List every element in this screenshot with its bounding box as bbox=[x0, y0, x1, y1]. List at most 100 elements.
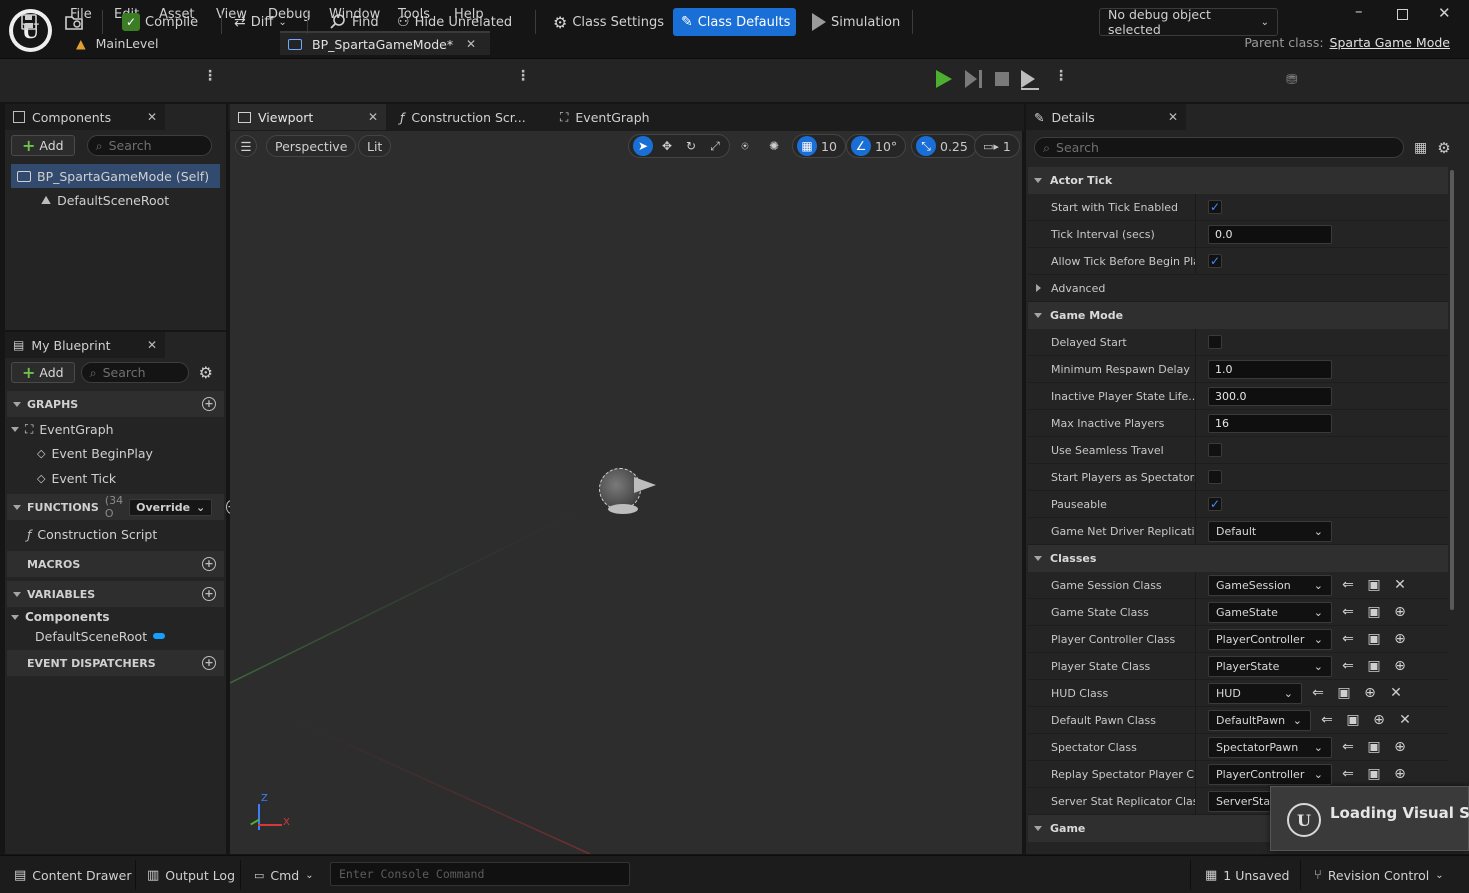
add-graph-icon[interactable]: + bbox=[202, 397, 216, 411]
compile-options-icon[interactable]: ⋮ bbox=[203, 68, 217, 84]
property-matrix-icon[interactable]: ▦ bbox=[1414, 140, 1427, 156]
debug-object-select[interactable]: No debug object selected ⌄ bbox=[1099, 7, 1278, 37]
tab-details[interactable]: ✎ Details ✕ bbox=[1026, 104, 1186, 130]
clear-icon[interactable]: ✕ bbox=[1390, 575, 1410, 595]
cmd-dropdown[interactable]: ▭ Cmd ⌄ bbox=[254, 864, 314, 886]
pauseable-checkbox[interactable]: ✓ bbox=[1208, 497, 1222, 511]
close-window-icon[interactable]: ✕ bbox=[1438, 4, 1451, 22]
use-selected-icon[interactable]: ⇐ bbox=[1338, 575, 1358, 595]
start-with-tick-checkbox[interactable]: ✓ bbox=[1208, 200, 1222, 214]
net-driver-replication-combo[interactable]: Default ⌄ bbox=[1208, 520, 1332, 542]
use-selected-icon[interactable]: ⇐ bbox=[1317, 710, 1337, 730]
use-selected-icon[interactable]: ⇐ bbox=[1338, 764, 1358, 784]
hide-unrelated-options-icon[interactable]: ⋮ bbox=[516, 68, 530, 84]
player-state-combo[interactable]: PlayerState ⌄ bbox=[1208, 655, 1332, 677]
compile-button[interactable]: ✓ Compile bbox=[118, 8, 202, 36]
components-search-input[interactable]: ⌕ Search bbox=[86, 135, 212, 156]
parent-class-link[interactable]: Sparta Game Mode bbox=[1330, 35, 1450, 50]
gear-icon[interactable]: ⚙ bbox=[1437, 139, 1450, 157]
eject-icon[interactable] bbox=[1021, 70, 1035, 88]
browse-asset-icon[interactable]: ▣ bbox=[1334, 683, 1354, 703]
variable-default-scene-root[interactable]: DefaultSceneRoot bbox=[5, 627, 226, 645]
browse-asset-icon[interactable]: ▣ bbox=[1343, 710, 1363, 730]
delayed-start-checkbox[interactable] bbox=[1208, 335, 1222, 349]
stop-icon[interactable] bbox=[995, 72, 1009, 86]
close-tab-icon[interactable]: ✕ bbox=[368, 110, 378, 124]
perspective-button[interactable]: Perspective bbox=[266, 135, 357, 157]
tab-components[interactable]: Components ✕ bbox=[5, 104, 165, 130]
close-tab-icon[interactable]: ✕ bbox=[1168, 110, 1178, 124]
functions-section[interactable]: FUNCTIONS (34 O Override⌄ + bbox=[7, 494, 238, 520]
start-as-spectators-checkbox[interactable] bbox=[1208, 470, 1222, 484]
section-actor-tick[interactable]: Actor Tick bbox=[1028, 167, 1448, 194]
console-command-input[interactable]: Enter Console Command bbox=[330, 862, 630, 886]
clear-icon[interactable]: ✕ bbox=[1386, 683, 1406, 703]
component-self[interactable]: BP_SpartaGameMode (Self) bbox=[11, 164, 220, 188]
class-defaults-button[interactable]: ✎ Class Defaults bbox=[673, 8, 796, 36]
browse-asset-icon[interactable]: ▣ bbox=[1364, 764, 1384, 784]
details-scrollbar[interactable] bbox=[1450, 170, 1454, 610]
find-button[interactable]: Find bbox=[325, 8, 383, 36]
section-game-mode[interactable]: Game Mode bbox=[1028, 302, 1448, 329]
add-new-icon[interactable]: ⊕ bbox=[1390, 737, 1410, 757]
add-new-icon[interactable]: ⊕ bbox=[1390, 602, 1410, 622]
hud-combo[interactable]: HUD ⌄ bbox=[1208, 682, 1302, 704]
add-new-icon[interactable]: ⊕ bbox=[1360, 683, 1380, 703]
spectator-combo[interactable]: SpectatorPawn ⌄ bbox=[1208, 736, 1332, 758]
add-new-icon[interactable]: ⊕ bbox=[1390, 629, 1410, 649]
revision-control-button[interactable]: ⑂ Revision Control ⌄ bbox=[1314, 864, 1444, 886]
close-tab-icon[interactable]: ✕ bbox=[147, 110, 157, 124]
use-selected-icon[interactable]: ⇐ bbox=[1338, 737, 1358, 757]
simulation-button[interactable]: Simulation bbox=[808, 8, 904, 36]
minimize-icon[interactable]: – bbox=[1355, 2, 1363, 20]
use-selected-icon[interactable]: ⇐ bbox=[1308, 683, 1328, 703]
variables-section[interactable]: VARIABLES + bbox=[7, 581, 224, 607]
close-tab-icon[interactable]: ✕ bbox=[147, 338, 157, 352]
clear-icon[interactable]: ✕ bbox=[1395, 710, 1415, 730]
play-icon[interactable] bbox=[936, 70, 952, 88]
component-default-scene-root[interactable]: ⛰ DefaultSceneRoot bbox=[11, 188, 220, 212]
translate-tool-icon[interactable]: ✥ bbox=[657, 135, 677, 157]
use-selected-icon[interactable]: ⇐ bbox=[1338, 656, 1358, 676]
tab-event-graph[interactable]: ⛶ EventGraph bbox=[552, 104, 712, 130]
section-classes[interactable]: Classes bbox=[1028, 545, 1448, 572]
close-tab-icon[interactable]: ✕ bbox=[466, 37, 476, 51]
select-tool-icon[interactable]: ➤ bbox=[633, 136, 653, 156]
maximize-icon[interactable] bbox=[1397, 9, 1408, 20]
macros-section[interactable]: MACROS + bbox=[7, 551, 224, 577]
min-respawn-delay-input[interactable]: 1.0 bbox=[1208, 359, 1332, 379]
class-settings-button[interactable]: ⚙ Class Settings bbox=[549, 8, 668, 36]
browse-asset-icon[interactable]: ▣ bbox=[1364, 602, 1384, 622]
browse-asset-icon[interactable]: ▣ bbox=[1364, 737, 1384, 757]
player-controller-combo[interactable]: PlayerController ⌄ bbox=[1208, 628, 1332, 650]
add-macro-icon[interactable]: + bbox=[202, 557, 216, 571]
default-pawn-combo[interactable]: DefaultPawn ⌄ bbox=[1208, 709, 1311, 731]
debug-filter-icon[interactable]: ⛃ bbox=[1286, 72, 1298, 88]
tab-my-blueprint[interactable]: ▤ My Blueprint ✕ bbox=[5, 332, 165, 358]
add-dispatcher-icon[interactable]: + bbox=[202, 656, 216, 670]
viewport[interactable]: Z X bbox=[230, 131, 1022, 854]
rotation-snap-group[interactable]: ∠ 10° bbox=[846, 134, 907, 158]
grid-snap-group[interactable]: ▦ 10 bbox=[792, 134, 846, 158]
game-session-combo[interactable]: GameSession ⌄ bbox=[1208, 574, 1332, 596]
add-new-icon[interactable]: ⊕ bbox=[1390, 656, 1410, 676]
surface-snap-icon[interactable]: ⍟ bbox=[735, 135, 755, 157]
camera-speed-group[interactable]: ▭▸ 1 bbox=[974, 134, 1020, 158]
add-new-icon[interactable]: ⊕ bbox=[1369, 710, 1389, 730]
tab-construction-script[interactable]: ƒ Construction Scr... bbox=[392, 104, 552, 130]
variables-components-group[interactable]: Components bbox=[5, 607, 226, 627]
content-drawer-button[interactable]: ▤ Content Drawer bbox=[14, 864, 131, 886]
max-inactive-players-input[interactable]: 16 bbox=[1208, 413, 1332, 433]
rotate-tool-icon[interactable]: ↻ bbox=[681, 135, 701, 157]
add-component-button[interactable]: + Add bbox=[11, 135, 75, 156]
graphs-section[interactable]: GRAPHS + bbox=[7, 391, 224, 417]
use-selected-icon[interactable]: ⇐ bbox=[1338, 602, 1358, 622]
add-new-icon[interactable]: ⊕ bbox=[1390, 764, 1410, 784]
add-member-button[interactable]: + Add bbox=[11, 362, 75, 383]
event-tick[interactable]: ◇ Event Tick bbox=[5, 466, 226, 491]
graph-event-graph[interactable]: ⛶ EventGraph bbox=[5, 417, 226, 441]
play-options-icon[interactable]: ⋮ bbox=[1054, 68, 1068, 84]
tab-viewport[interactable]: Viewport ✕ bbox=[230, 104, 386, 130]
advanced-expander[interactable]: Advanced bbox=[1028, 275, 1448, 302]
event-begin-play[interactable]: ◇ Event BeginPlay bbox=[5, 441, 226, 466]
